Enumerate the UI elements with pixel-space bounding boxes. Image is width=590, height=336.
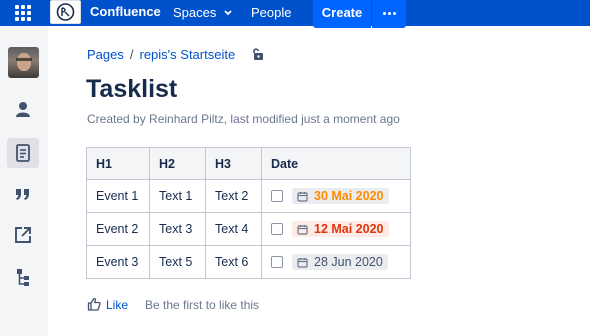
table-header-h1: H1 bbox=[86, 147, 150, 180]
more-dots-icon[interactable] bbox=[372, 0, 406, 28]
table-header-date: Date bbox=[261, 147, 411, 180]
create-button[interactable]: Create bbox=[313, 0, 371, 28]
external-link-icon[interactable] bbox=[12, 224, 34, 246]
likes-summary: Be the first to like this bbox=[145, 298, 260, 312]
quote-icon[interactable] bbox=[12, 183, 34, 205]
table-cell: Text 5 bbox=[149, 245, 206, 279]
table-header-h2: H2 bbox=[149, 147, 206, 180]
like-button[interactable]: Like bbox=[106, 298, 128, 312]
space-sidebar bbox=[0, 26, 48, 336]
breadcrumb-pages-link[interactable]: Pages bbox=[87, 47, 124, 62]
task-checkbox[interactable] bbox=[271, 256, 283, 268]
task-checkbox[interactable] bbox=[271, 190, 283, 202]
table-cell: Text 2 bbox=[205, 179, 262, 213]
confluence-logo-icon[interactable] bbox=[50, 0, 81, 24]
table-header-row: H1 H2 H3 Date bbox=[86, 147, 411, 180]
confluence-brand-link[interactable]: Confluence bbox=[90, 4, 161, 19]
date-text: 28 Jun 2020 bbox=[314, 255, 383, 269]
table-cell: Event 3 bbox=[86, 245, 150, 279]
task-table: H1 H2 H3 Date Event 1 Text 1 Text 2 30 M… bbox=[86, 147, 411, 279]
top-navigation-bar: Confluence Spaces People Create bbox=[0, 0, 590, 28]
date-lozenge[interactable]: 30 Mai 2020 bbox=[292, 188, 389, 204]
calendar-icon bbox=[297, 224, 308, 235]
people-link[interactable]: People bbox=[251, 5, 291, 20]
avatar[interactable] bbox=[8, 47, 39, 78]
page-byline: Created by Reinhard Piltz, last modified… bbox=[87, 112, 400, 126]
calendar-icon bbox=[297, 257, 308, 268]
unlock-icon[interactable] bbox=[251, 47, 265, 61]
page-tree-icon[interactable] bbox=[12, 266, 34, 288]
table-cell: Event 2 bbox=[86, 212, 150, 246]
table-header-h3: H3 bbox=[205, 147, 262, 180]
table-row: Event 1 Text 1 Text 2 30 Mai 2020 bbox=[86, 179, 411, 213]
table-cell: Text 4 bbox=[205, 212, 262, 246]
table-cell-date: 12 Mai 2020 bbox=[261, 212, 411, 246]
calendar-icon bbox=[297, 191, 308, 202]
task-checkbox[interactable] bbox=[271, 223, 283, 235]
table-cell-date: 28 Jun 2020 bbox=[261, 245, 411, 279]
page-title: Tasklist bbox=[86, 75, 178, 103]
page-icon[interactable] bbox=[12, 142, 34, 164]
table-cell-date: 30 Mai 2020 bbox=[261, 179, 411, 213]
person-icon[interactable] bbox=[12, 99, 34, 121]
app-switcher-icon[interactable] bbox=[15, 5, 31, 21]
table-cell: Text 1 bbox=[149, 179, 206, 213]
table-cell: Text 6 bbox=[205, 245, 262, 279]
table-cell: Text 3 bbox=[149, 212, 206, 246]
date-text: 30 Mai 2020 bbox=[314, 189, 384, 203]
chevron-down-icon[interactable] bbox=[223, 8, 233, 18]
date-lozenge[interactable]: 28 Jun 2020 bbox=[292, 254, 388, 270]
table-row: Event 2 Text 3 Text 4 12 Mai 2020 bbox=[86, 212, 411, 246]
spaces-menu[interactable]: Spaces bbox=[173, 5, 216, 20]
date-text: 12 Mai 2020 bbox=[314, 222, 384, 236]
table-row: Event 3 Text 5 Text 6 28 Jun 2020 bbox=[86, 245, 411, 279]
breadcrumb-separator: / bbox=[129, 47, 134, 62]
table-cell: Event 1 bbox=[86, 179, 150, 213]
breadcrumb: Pages / repis's Startseite bbox=[87, 47, 235, 62]
breadcrumb-space-link[interactable]: repis's Startseite bbox=[140, 47, 236, 62]
date-lozenge[interactable]: 12 Mai 2020 bbox=[292, 221, 389, 237]
thumbs-up-icon[interactable] bbox=[87, 297, 101, 311]
